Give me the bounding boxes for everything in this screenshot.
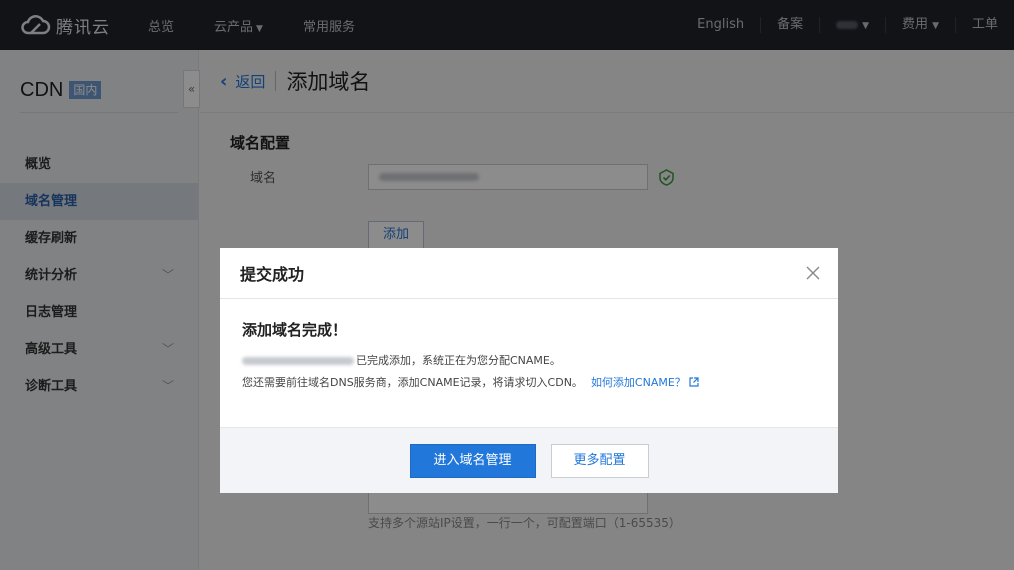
dialog-body: 添加域名完成！ 已完成添加，系统正在为您分配CNAME。 您还需要前往域名DNS… [220, 299, 838, 427]
dialog-heading: 添加域名完成！ [242, 321, 348, 339]
success-dialog: 提交成功 添加域名完成！ 已完成添加，系统正在为您分配CNAME。 您还需要前往… [220, 248, 838, 493]
cname-help-link[interactable]: 如何添加CNAME？ [591, 376, 699, 389]
dialog-header: 提交成功 [220, 248, 838, 299]
more-config-button[interactable]: 更多配置 [550, 443, 649, 478]
close-icon[interactable] [806, 266, 820, 280]
domain-name-blurred [242, 357, 354, 365]
dialog-title: 提交成功 [240, 265, 305, 284]
go-to-domain-management-button[interactable]: 进入域名管理 [409, 443, 536, 478]
dialog-footer: 进入域名管理 更多配置 [220, 427, 838, 493]
external-link-icon [689, 377, 699, 387]
dialog-message-line-1: 已完成添加，系统正在为您分配CNAME。 [242, 350, 816, 372]
dialog-message-line-2: 您还需要前往域名DNS服务商，添加CNAME记录，将请求切入CDN。 如何添加CN… [242, 372, 816, 394]
